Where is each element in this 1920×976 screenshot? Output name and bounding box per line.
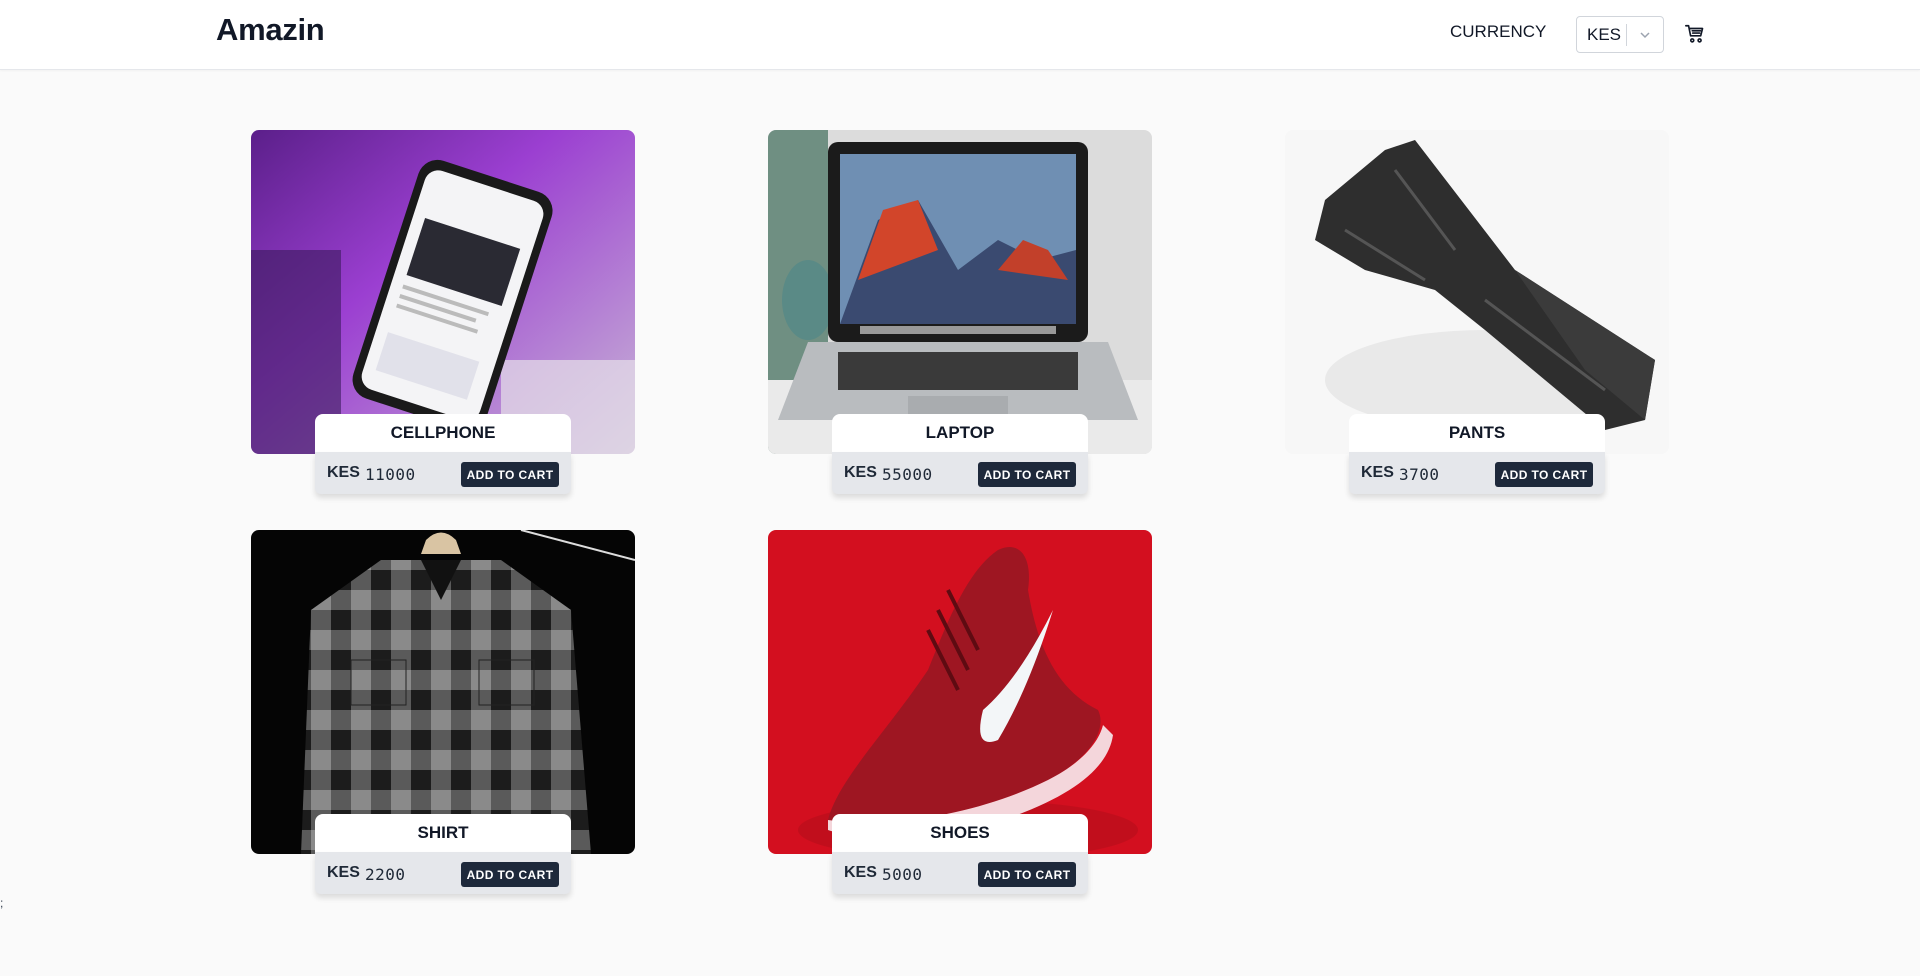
product-name: SHIRT <box>315 814 571 852</box>
price-currency: KES <box>844 864 877 881</box>
currency-select-value: KES <box>1587 24 1622 44</box>
stray-text: ; <box>0 896 4 910</box>
product-card: LAPTOP KES 55000 ADD TO CART <box>768 130 1152 520</box>
price-currency: KES <box>327 464 360 481</box>
price-bar: KES 5000 ADD TO CART <box>832 852 1088 894</box>
product-info: SHOES KES 5000 ADD TO CART <box>832 814 1088 894</box>
product-image[interactable] <box>251 130 635 454</box>
price-amount: 5000 <box>882 865 923 884</box>
price-amount: 55000 <box>882 465 933 484</box>
price-bar: KES 55000 ADD TO CART <box>832 452 1088 494</box>
product-name: PANTS <box>1349 414 1605 452</box>
price-amount: 3700 <box>1399 465 1440 484</box>
currency-label: CURRENCY <box>1450 22 1547 41</box>
product-info: CELLPHONE KES 11000 ADD TO CART <box>315 414 571 494</box>
price-amount: 11000 <box>365 465 416 484</box>
currency-select[interactable]: KES <box>1576 16 1664 53</box>
price-currency: KES <box>327 864 360 881</box>
top-nav-bar: Amazin CURRENCY KES <box>0 0 1920 70</box>
add-to-cart-button[interactable]: ADD TO CART <box>978 462 1076 487</box>
product-card: PANTS KES 3700 ADD TO CART <box>1285 130 1669 520</box>
product-info: PANTS KES 3700 ADD TO CART <box>1349 414 1605 494</box>
product-name: LAPTOP <box>832 414 1088 452</box>
price-currency: KES <box>1361 464 1394 481</box>
add-to-cart-button[interactable]: ADD TO CART <box>461 862 559 887</box>
price-bar: KES 3700 ADD TO CART <box>1349 452 1605 494</box>
product-info: SHIRT KES 2200 ADD TO CART <box>315 814 571 894</box>
price-amount: 2200 <box>365 865 406 884</box>
product-info: LAPTOP KES 55000 ADD TO CART <box>832 414 1088 494</box>
product-image[interactable] <box>251 530 635 854</box>
price-bar: KES 2200 ADD TO CART <box>315 852 571 894</box>
product-card: CELLPHONE KES 11000 ADD TO CART <box>251 130 635 520</box>
product-image[interactable] <box>768 530 1152 854</box>
price-currency: KES <box>844 464 877 481</box>
product-image[interactable] <box>768 130 1152 454</box>
price-bar: KES 11000 ADD TO CART <box>315 452 571 494</box>
add-to-cart-button[interactable]: ADD TO CART <box>461 462 559 487</box>
product-image[interactable] <box>1285 130 1669 454</box>
chevron-down-icon <box>1627 28 1663 42</box>
logo[interactable]: Amazin <box>216 12 325 48</box>
product-name: CELLPHONE <box>315 414 571 452</box>
product-card: SHOES KES 5000 ADD TO CART <box>768 530 1152 920</box>
add-to-cart-button[interactable]: ADD TO CART <box>1495 462 1593 487</box>
cart-icon[interactable] <box>1684 23 1706 45</box>
product-name: SHOES <box>832 814 1088 852</box>
product-card: SHIRT KES 2200 ADD TO CART <box>251 530 635 920</box>
add-to-cart-button[interactable]: ADD TO CART <box>978 862 1076 887</box>
